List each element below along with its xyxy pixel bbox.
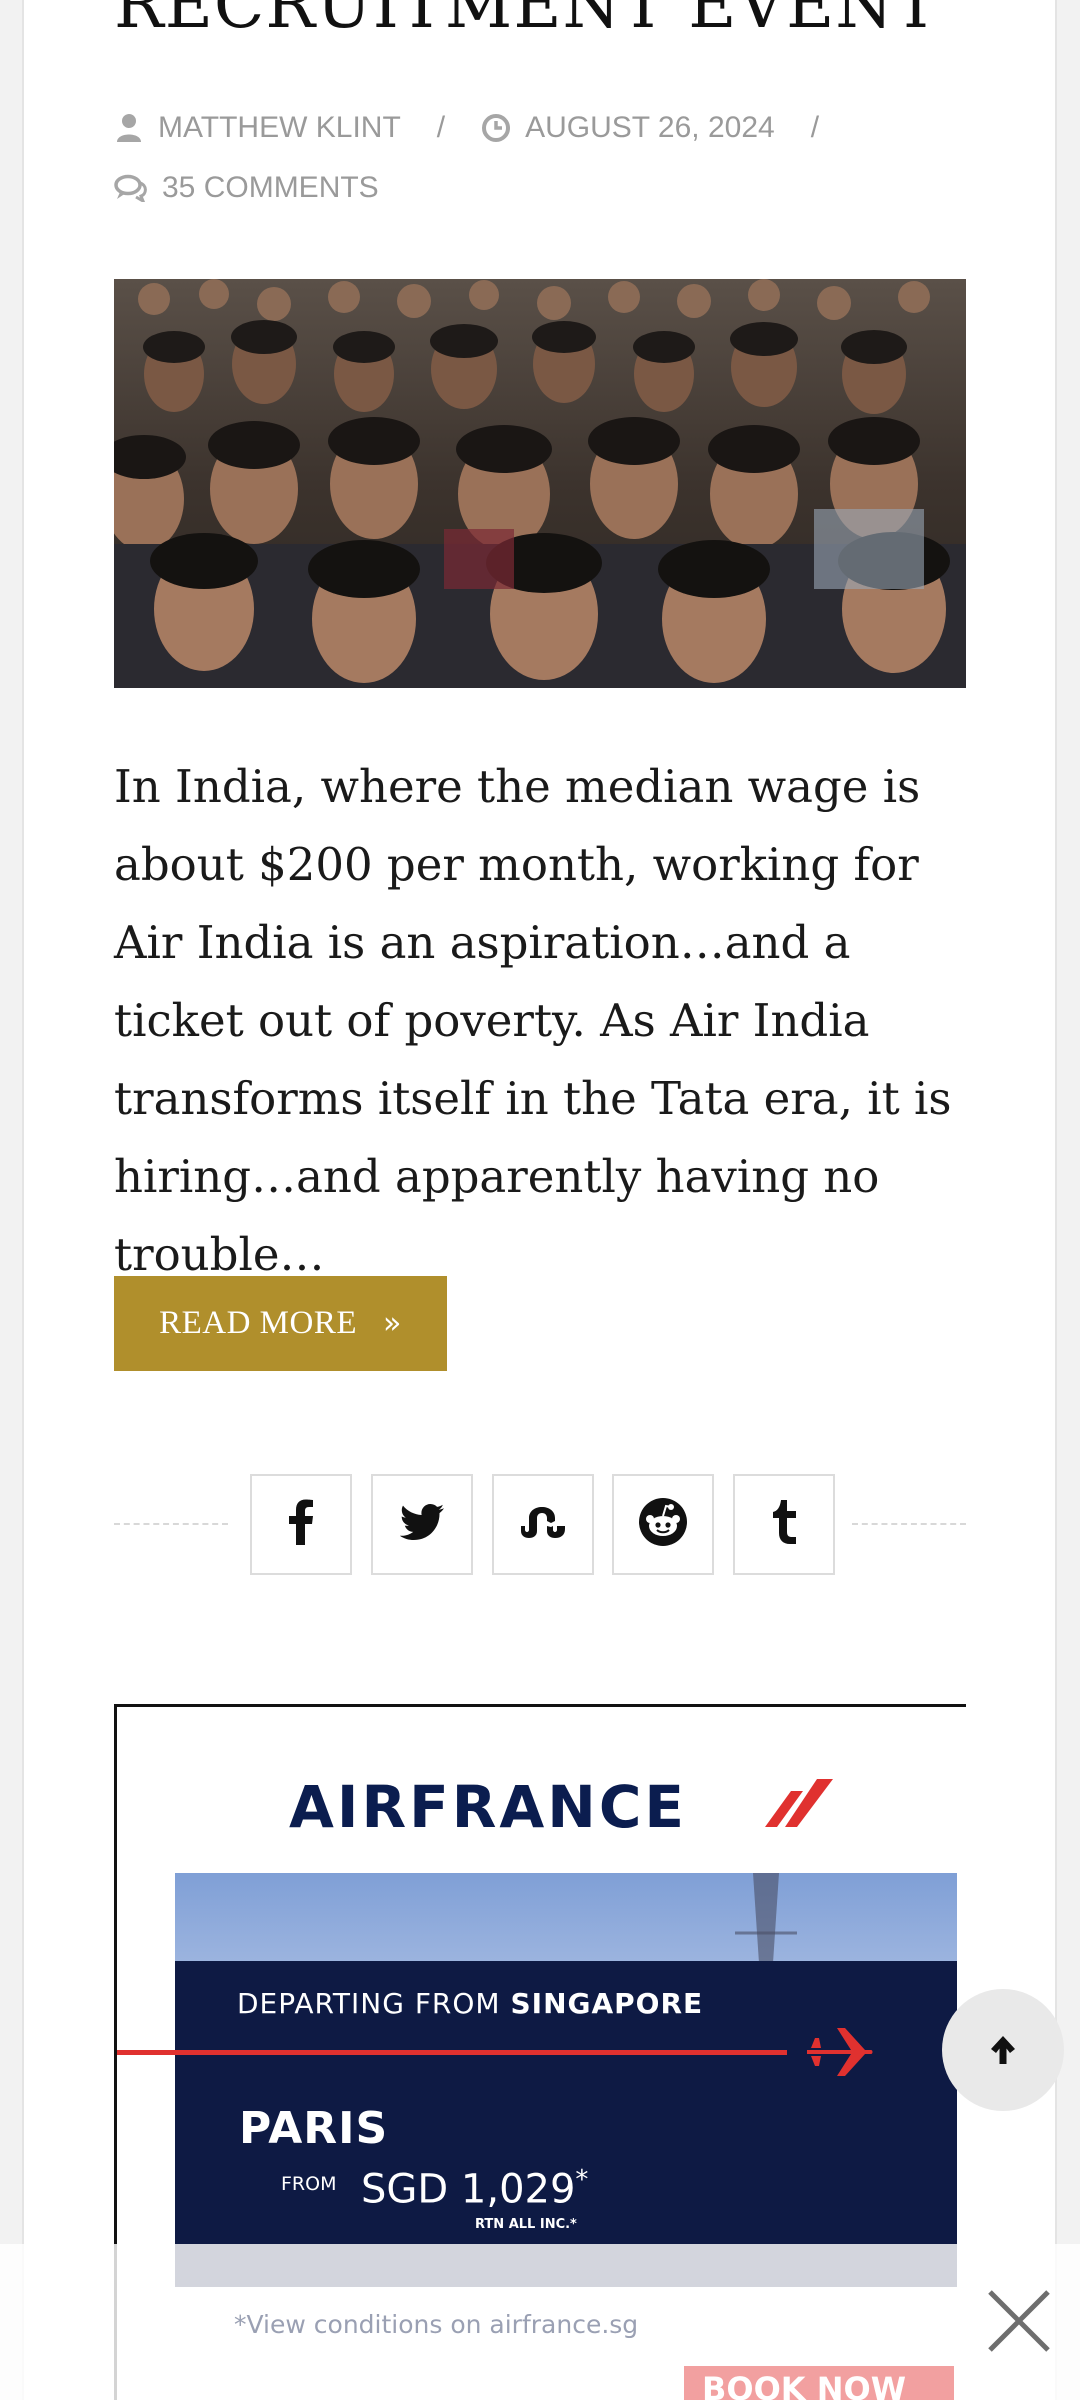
ad-price-value: SGD 1,029	[361, 2166, 576, 2213]
share-stumbleupon-button[interactable]	[492, 1474, 594, 1575]
post-meta-comments: 35 COMMENTS	[114, 168, 379, 208]
facebook-icon	[288, 1499, 314, 1550]
share-facebook-button[interactable]	[250, 1474, 352, 1575]
close-icon	[988, 2290, 1050, 2352]
ad-book-now-button[interactable]: BOOK NOW	[684, 2366, 954, 2400]
ad-from-label: FROM	[281, 2173, 337, 2195]
airfrance-slash-logo-icon	[765, 1779, 833, 1827]
share-reddit-button[interactable]	[612, 1474, 714, 1575]
featured-image[interactable]	[114, 279, 966, 688]
meta-separator: /	[810, 111, 820, 144]
ad-departing-text: DEPARTING FROM SINGAPORE	[237, 1987, 703, 2020]
ad-price-mark: *	[575, 2165, 589, 2195]
comments-link[interactable]: 35 COMMENTS	[162, 171, 379, 205]
airfrance-logo: AIRFRANCE	[289, 1773, 688, 1841]
close-ad-button[interactable]	[984, 2286, 1054, 2356]
comments-icon	[114, 173, 148, 203]
twitter-icon	[399, 1504, 444, 1545]
ad-conditions: *View conditions on airfrance.sg	[234, 2310, 639, 2339]
post-meta: MATTHEW KLINT / AUGUST 26, 2024 /	[114, 108, 855, 148]
author-link[interactable]: MATTHEW KLINT	[158, 111, 401, 145]
ad-destination: PARIS	[239, 2103, 389, 2154]
ad-price: SGD 1,029*	[361, 2165, 588, 2212]
ad-photo-strip	[175, 1873, 957, 1963]
share-tumblr-button[interactable]	[733, 1474, 835, 1575]
ad-price-note: RTN ALL INC.*	[475, 2217, 577, 2232]
post-excerpt: In India, where the median wage is about…	[114, 760, 952, 1281]
ad-departing-city: SINGAPORE	[510, 1987, 704, 2020]
read-more-button[interactable]: READ MORE »	[114, 1276, 447, 1371]
airplane-icon	[807, 2028, 873, 2076]
ad-departing-prefix: DEPARTING FROM	[237, 1987, 511, 2020]
read-more-label: READ MORE	[159, 1305, 358, 1341]
share-divider-right	[852, 1523, 966, 1525]
meta-separator: /	[436, 111, 446, 144]
share-twitter-button[interactable]	[371, 1474, 473, 1575]
share-divider-left	[114, 1523, 228, 1525]
tumblr-icon	[770, 1500, 798, 1549]
clock-icon	[481, 113, 511, 143]
post-date[interactable]: AUGUST 26, 2024	[525, 111, 775, 145]
arrow-up-icon	[991, 2036, 1015, 2064]
stumbleupon-icon	[517, 1504, 569, 1545]
scroll-to-top-button[interactable]	[942, 1989, 1064, 2111]
reddit-icon	[638, 1497, 688, 1552]
user-icon	[114, 113, 144, 143]
post-title[interactable]: RECRUITMENT EVENT	[114, 0, 1014, 50]
double-chevron-right-icon: »	[383, 1306, 402, 1341]
ad-route-line	[117, 2050, 787, 2055]
